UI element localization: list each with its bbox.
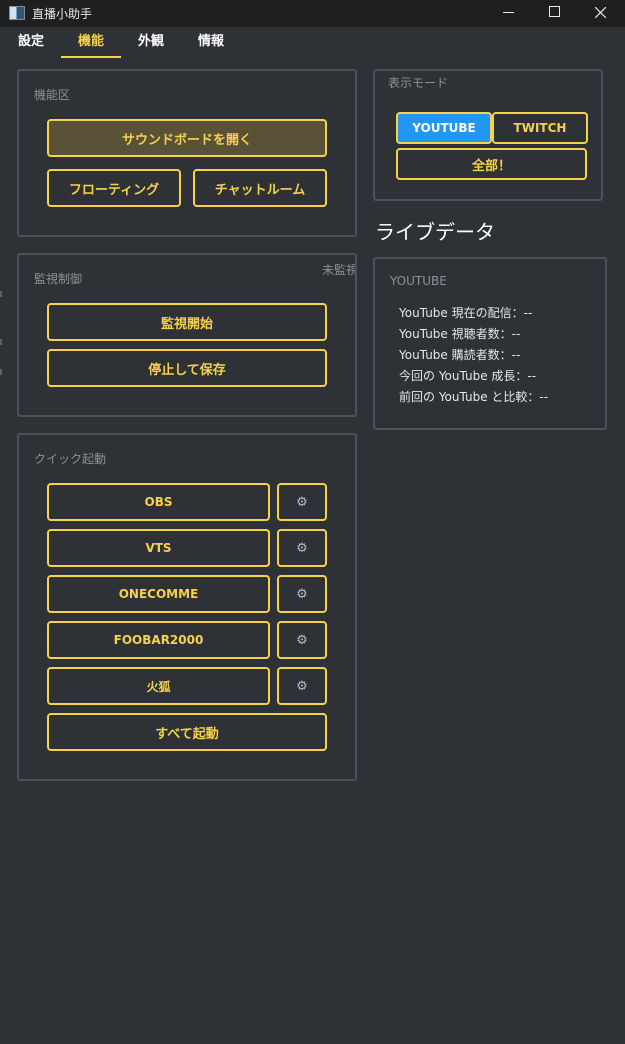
youtube-mode-button[interactable]: YOUTUBE [396, 112, 492, 144]
all-mode-button[interactable]: 全部！ [396, 148, 587, 180]
tab-settings[interactable]: 設定 [10, 34, 52, 56]
gear-icon: ⚙ [296, 632, 308, 648]
launch-vts-button[interactable]: VTS [47, 529, 270, 567]
obs-settings-button[interactable]: ⚙ [277, 483, 327, 521]
launch-onecomme-button[interactable]: ONECOMME [47, 575, 270, 613]
tab-bar: 設定 機能 外観 情報 [0, 28, 625, 58]
monitor-status: 未監視 [322, 263, 355, 277]
close-icon [595, 7, 606, 18]
group-title: 表示モード [388, 76, 449, 90]
floating-button[interactable]: フローティング [47, 169, 181, 207]
edge-marker [0, 339, 2, 345]
group-title: 監視制御 [34, 272, 83, 286]
monitor-group: 監視制御 監視開始 停止して保存 [17, 253, 357, 417]
gear-icon: ⚙ [296, 540, 308, 556]
tab-functions[interactable]: 機能 [61, 34, 121, 58]
panel-title: YOUTUBE [390, 274, 447, 288]
close-button[interactable] [577, 0, 623, 27]
foobar2000-settings-button[interactable]: ⚙ [277, 621, 327, 659]
gear-icon: ⚙ [296, 586, 308, 602]
group-title: 機能区 [34, 88, 71, 102]
soundboard-button[interactable]: サウンドボードを開く [47, 119, 327, 157]
stat-current-stream: YouTube 現在の配信：-- [399, 306, 533, 320]
gear-icon: ⚙ [296, 678, 308, 694]
gear-icon: ⚙ [296, 494, 308, 510]
chatroom-button[interactable]: チャットルーム [193, 169, 327, 207]
app-icon [9, 6, 25, 20]
feature-group: 機能区 サウンドボードを開く フローティング チャットルーム [17, 69, 357, 237]
launch-obs-button[interactable]: OBS [47, 483, 270, 521]
minimize-button[interactable] [485, 0, 531, 27]
display-mode-group: 表示モード YOUTUBE TWITCH 全部！ [373, 69, 603, 201]
start-monitor-button[interactable]: 監視開始 [47, 303, 327, 341]
stop-and-save-button[interactable]: 停止して保存 [47, 349, 327, 387]
live-data-heading: ライブデータ [375, 220, 495, 244]
vts-settings-button[interactable]: ⚙ [277, 529, 327, 567]
stat-viewers: YouTube 視聴者数：-- [399, 327, 521, 341]
maximize-button[interactable] [531, 0, 577, 27]
quick-launch-group: クイック起動 OBS ⚙ VTS ⚙ ONECOMME ⚙ FOOBAR2000… [17, 433, 357, 781]
window-title: 直播小助手 [32, 7, 93, 21]
group-title: クイック起動 [34, 452, 107, 466]
onecomme-settings-button[interactable]: ⚙ [277, 575, 327, 613]
stat-comparison: 前回の YouTube と比較：-- [399, 390, 549, 404]
stat-growth: 今回の YouTube 成長：-- [399, 369, 537, 383]
title-bar: 直播小助手 [0, 0, 625, 27]
firefox-settings-button[interactable]: ⚙ [277, 667, 327, 705]
launch-foobar2000-button[interactable]: FOOBAR2000 [47, 621, 270, 659]
launch-all-button[interactable]: すべて起動 [47, 713, 327, 751]
edge-marker [0, 369, 2, 375]
twitch-mode-button[interactable]: TWITCH [492, 112, 588, 144]
stat-subscribers: YouTube 購読者数：-- [399, 348, 521, 362]
tab-info[interactable]: 情報 [190, 34, 232, 56]
tab-appearance[interactable]: 外観 [130, 34, 172, 56]
launch-firefox-button[interactable]: 火狐 [47, 667, 270, 705]
edge-marker [0, 291, 2, 297]
